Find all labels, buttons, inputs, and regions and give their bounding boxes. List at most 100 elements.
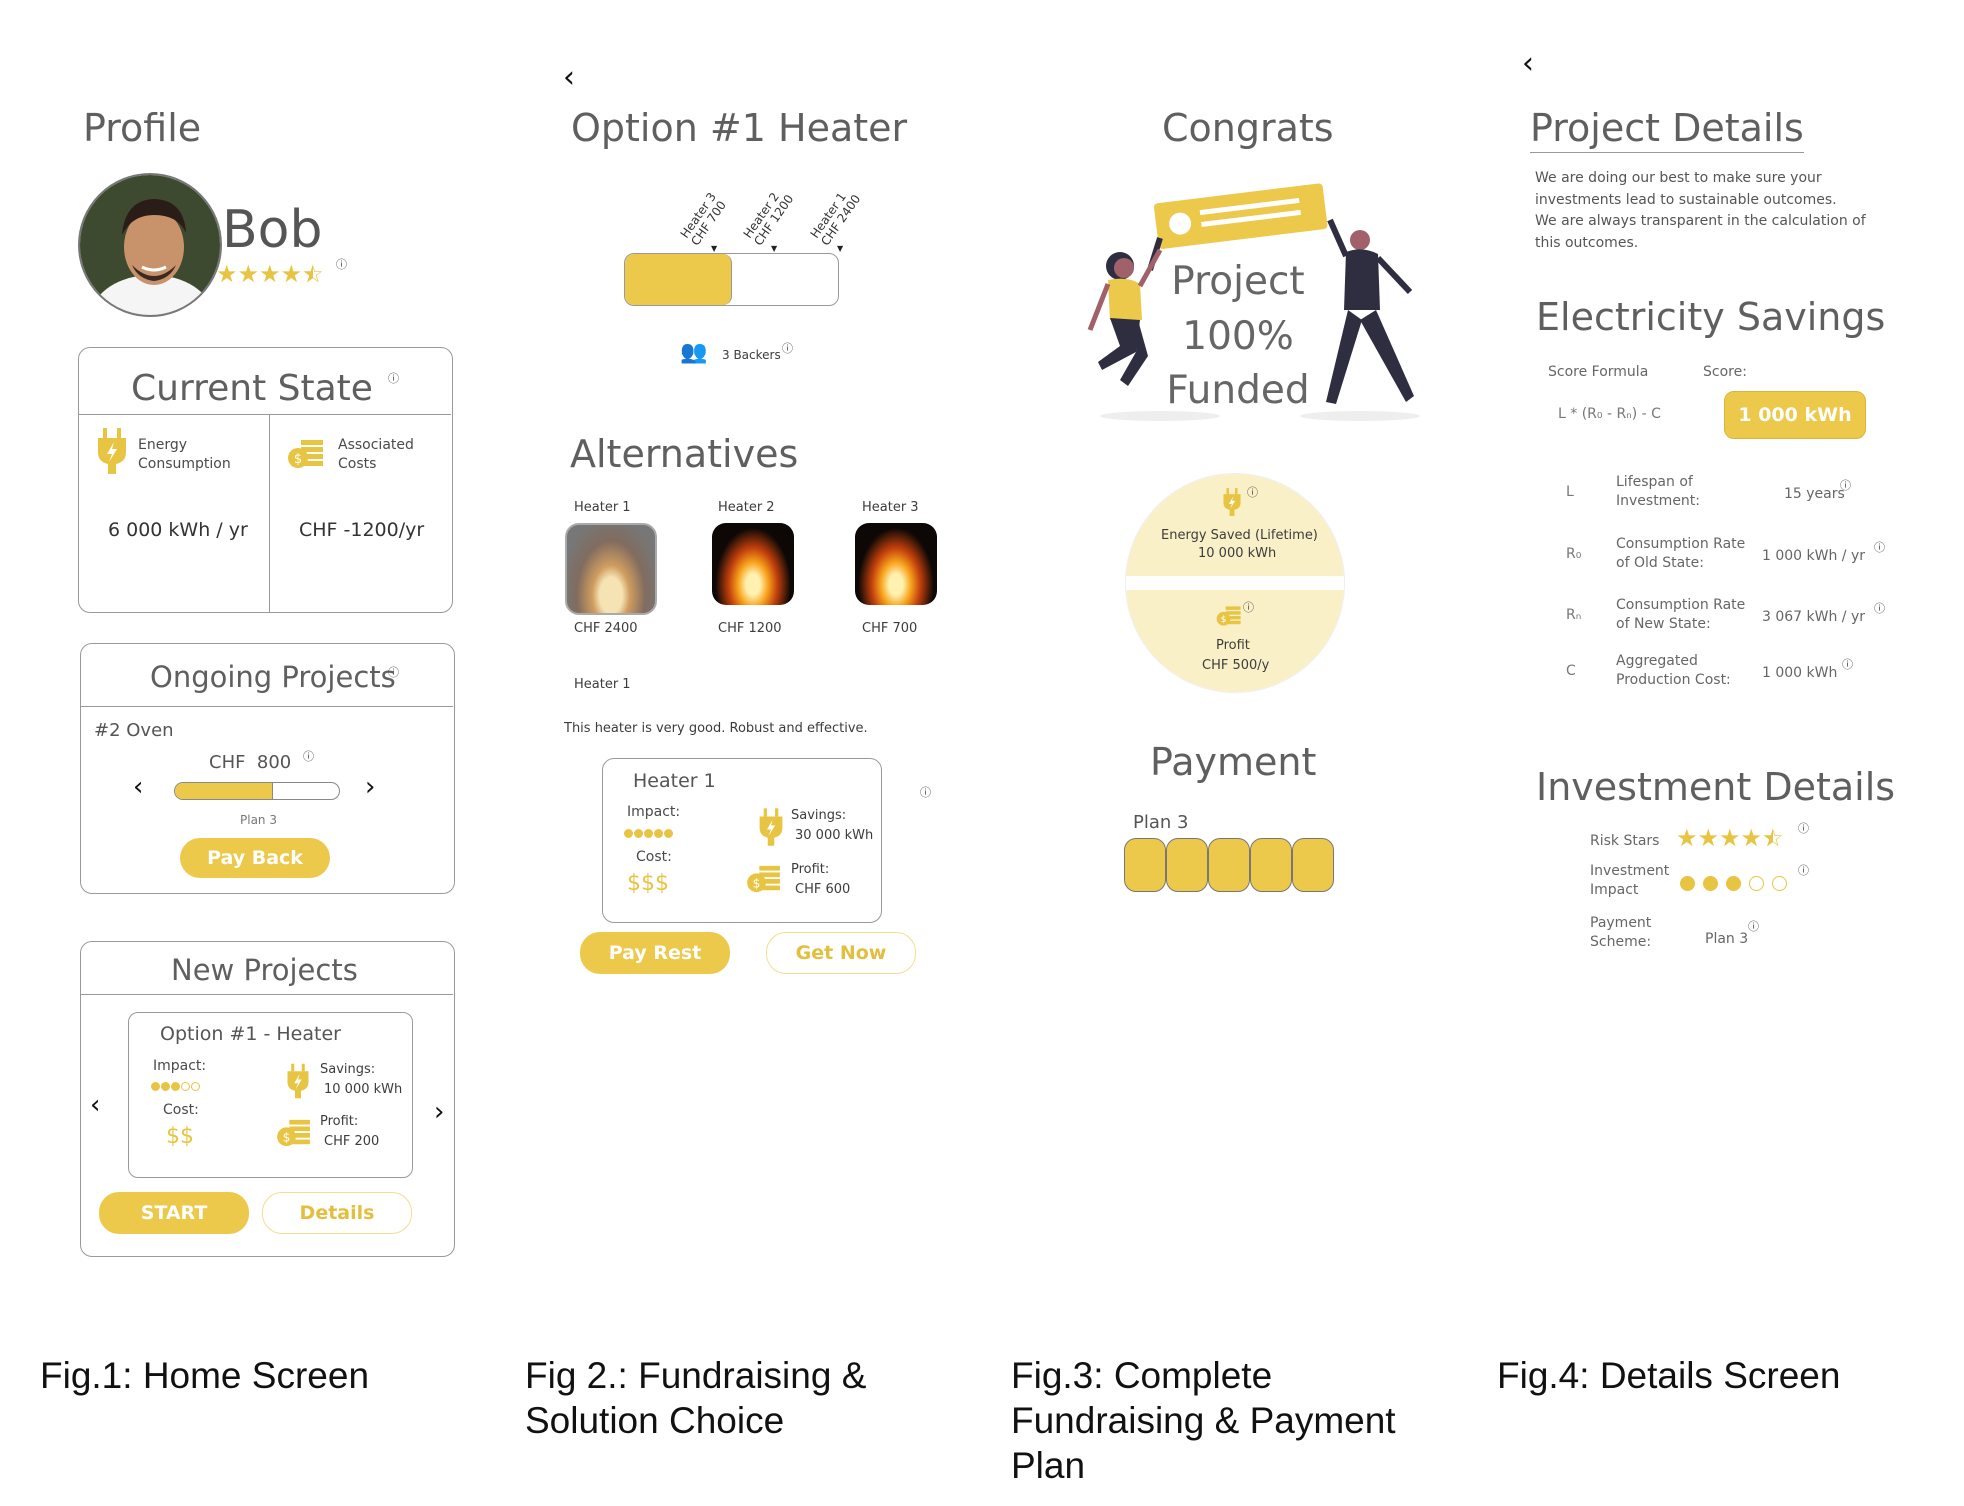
impact-dot-icon	[634, 829, 643, 838]
svg-text:$: $	[1221, 615, 1227, 625]
costs-value: CHF -1200/yr	[299, 519, 425, 541]
savings-value: 30 000 kWh	[795, 828, 874, 843]
energy-value: 6 000 kWh / yr	[108, 519, 248, 541]
info-icon[interactable]: ⓘ	[1798, 820, 1809, 836]
impact-dot-icon	[1772, 876, 1787, 891]
impact-dot-icon	[181, 1082, 190, 1091]
info-icon[interactable]: ⓘ	[920, 784, 931, 800]
coins-icon: $	[746, 864, 782, 898]
card-title: Heater 1	[633, 770, 716, 792]
ongoing-progress-bar	[174, 782, 340, 800]
info-icon[interactable]: ⓘ	[303, 748, 314, 764]
avatar[interactable]	[78, 173, 222, 317]
star-icon: ★	[1719, 824, 1741, 852]
alt-price: CHF 1200	[718, 621, 782, 636]
next-chevron-icon[interactable]: ›	[434, 1097, 444, 1127]
marker-triangle-icon: ▼	[711, 244, 718, 253]
score-value-badge: 1 000 kWh	[1724, 391, 1866, 439]
page-title: Profile	[83, 106, 202, 150]
page-title: Option #1 Heater	[571, 106, 908, 150]
figure-caption: Fig.1: Home Screen	[40, 1355, 370, 1396]
star-icon: ★	[280, 260, 303, 288]
info-icon[interactable]: ⓘ	[1247, 484, 1258, 500]
start-button[interactable]: START	[99, 1192, 249, 1234]
marker-triangle-icon: ▼	[837, 244, 844, 253]
impact-dot-icon	[644, 829, 653, 838]
figure-caption: Fig.3: Complete Fundraising & Payment Pl…	[1011, 1355, 1396, 1487]
prev-chevron-icon[interactable]: ‹	[90, 1090, 100, 1120]
impact-label: Impact:	[627, 804, 681, 820]
star-icon: ★	[1740, 824, 1763, 852]
info-icon[interactable]: ⓘ	[1748, 918, 1759, 934]
impact-dot-icon	[151, 1082, 160, 1091]
marker-label: Heater 2 CHF 1200	[740, 189, 797, 249]
info-icon[interactable]: ⓘ	[1842, 656, 1853, 672]
info-icon[interactable]: ⓘ	[388, 664, 399, 680]
variable-label: Consumption Rate of New State:	[1616, 597, 1746, 632]
variable-value: 1 000 kWh / yr	[1762, 548, 1866, 564]
coins-icon: $	[287, 438, 325, 474]
impact-dot-icon	[1726, 876, 1741, 891]
info-icon[interactable]: ⓘ	[1874, 600, 1885, 616]
marker-label: Heater 3 CHF 700	[677, 189, 730, 249]
flame-image[interactable]	[855, 523, 937, 605]
plan-segment	[1124, 838, 1166, 892]
variable-symbol: C	[1566, 663, 1576, 679]
star-icon: ★	[237, 260, 260, 288]
pay-back-button[interactable]: Pay Back	[180, 838, 330, 878]
info-icon[interactable]: ⓘ	[388, 370, 399, 386]
flame-image[interactable]	[712, 523, 794, 605]
scheme-label: Payment Scheme:	[1590, 915, 1652, 950]
info-icon[interactable]: ⓘ	[1840, 477, 1851, 493]
alt-price: CHF 2400	[574, 621, 638, 636]
costs-label: Associated Costs	[338, 437, 414, 472]
info-icon[interactable]: ⓘ	[336, 256, 347, 272]
backers-count: 3 Backers	[722, 348, 781, 362]
impact-dots	[1680, 876, 1795, 895]
get-now-button[interactable]: Get Now	[766, 932, 916, 974]
svg-text:$: $	[283, 1130, 291, 1144]
variable-label: Aggregated Production Cost:	[1616, 653, 1731, 688]
plug-icon	[1222, 488, 1242, 520]
impact-dot-icon	[664, 829, 673, 838]
risk-label: Risk Stars	[1590, 833, 1660, 849]
info-icon[interactable]: ⓘ	[1798, 862, 1809, 878]
impact-dot-icon	[191, 1082, 200, 1091]
marker-triangle-icon: ▼	[771, 244, 778, 253]
star-icon: ★	[216, 260, 238, 288]
impact-label: Impact:	[153, 1058, 207, 1074]
profit-value: CHF 500/y	[1202, 658, 1270, 673]
next-chevron-icon[interactable]: ›	[365, 772, 375, 802]
selected-alternative: Heater 1	[574, 677, 631, 692]
alt-name: Heater 3	[862, 500, 919, 515]
plug-icon	[96, 428, 128, 478]
figure-caption: Fig 2.: Fundraising & Solution Choice	[525, 1355, 867, 1442]
flame-image[interactable]	[565, 523, 657, 615]
coins-icon: $	[1216, 605, 1242, 631]
energy-label: Energy Consumption	[138, 437, 231, 472]
svg-text:$: $	[753, 876, 761, 890]
risk-stars: ★★★★☆★	[1676, 824, 1784, 852]
savings-value: 10 000 kWh	[324, 1082, 403, 1097]
impact-dot-icon	[1749, 876, 1764, 891]
info-icon[interactable]: ⓘ	[1874, 539, 1885, 555]
funded-text: Project 100% Funded	[1166, 259, 1310, 414]
variable-symbol: L	[1566, 484, 1574, 500]
star-icon: ★	[1676, 824, 1698, 852]
star-icon: ★	[259, 260, 281, 288]
figure-caption: Fig.4: Details Screen	[1497, 1355, 1841, 1396]
info-icon[interactable]: ⓘ	[782, 340, 793, 356]
impact-dot-icon	[1703, 876, 1718, 891]
back-chevron-icon[interactable]: ‹	[1522, 46, 1534, 81]
alt-name: Heater 2	[718, 500, 775, 515]
electricity-savings-title: Electricity Savings	[1536, 295, 1886, 339]
back-chevron-icon[interactable]: ‹	[563, 60, 575, 95]
profit-label: Profit:	[320, 1114, 359, 1129]
prev-chevron-icon[interactable]: ‹	[133, 772, 143, 802]
info-icon[interactable]: ⓘ	[1243, 599, 1254, 615]
score-label: Score:	[1703, 364, 1747, 380]
ongoing-projects-title: Ongoing Projects	[150, 660, 396, 694]
project-amount: CHF 800	[209, 752, 292, 773]
details-button[interactable]: Details	[262, 1192, 412, 1234]
pay-rest-button[interactable]: Pay Rest	[580, 932, 730, 974]
